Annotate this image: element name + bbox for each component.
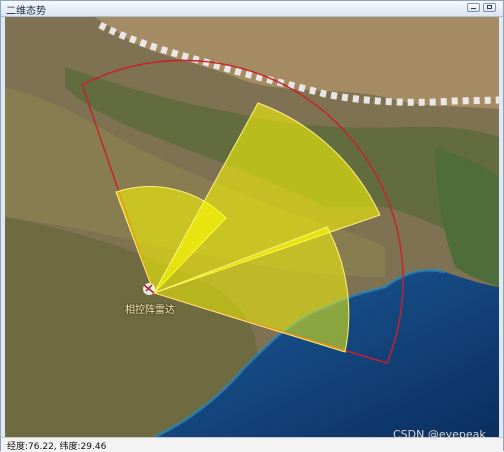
radar-label: 相控阵雷达 (125, 305, 175, 316)
map-window: 二维态势 相控阵雷达 经度:76.22, 纬度:29.46 (0, 0, 504, 452)
maximize-button[interactable] (483, 3, 496, 12)
coordinate-readout: 经度:76.22, 纬度:29.46 (7, 442, 107, 452)
map-viewport[interactable]: 相控阵雷达 (5, 17, 499, 437)
title-bar: 二维态势 (1, 1, 503, 17)
radar-station-icon[interactable] (143, 283, 155, 295)
minimize-button[interactable] (467, 3, 480, 12)
watermark: CSDN @eyepeak (393, 428, 486, 441)
satellite-map (5, 17, 499, 437)
window-title: 二维态势 (6, 6, 46, 17)
